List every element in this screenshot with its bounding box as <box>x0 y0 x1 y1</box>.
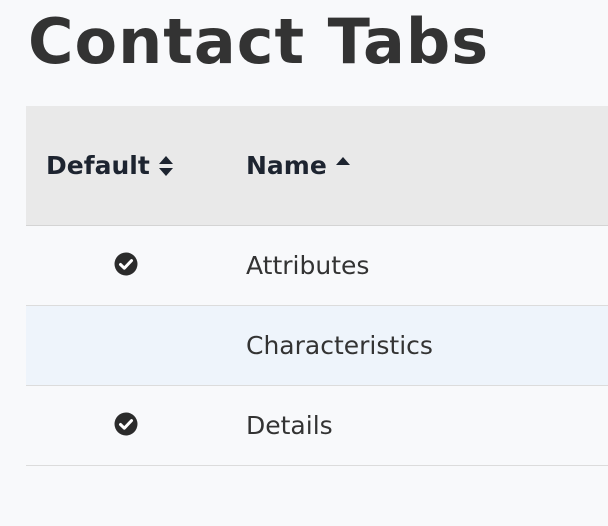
row-name[interactable]: Attributes <box>246 226 369 305</box>
column-header-name[interactable]: Name <box>246 106 351 225</box>
sort-up-icon <box>335 154 351 178</box>
table-row[interactable]: Details <box>26 386 608 466</box>
row-name[interactable]: Characteristics <box>246 306 433 385</box>
check-circle-icon <box>114 252 138 280</box>
column-header-default-label: Default <box>46 151 150 180</box>
contact-tabs-table: Default Name Attributes Characteristics … <box>26 106 608 466</box>
default-cell <box>114 306 138 385</box>
table-row[interactable]: Attributes <box>26 226 608 306</box>
column-header-default[interactable]: Default <box>46 106 174 225</box>
sort-icon <box>158 154 174 178</box>
table-row[interactable]: Characteristics <box>26 306 608 386</box>
row-name[interactable]: Details <box>246 386 333 465</box>
check-circle-icon <box>114 412 138 440</box>
table-header: Default Name <box>26 106 608 226</box>
page-title: Contact Tabs <box>28 5 490 78</box>
default-cell <box>114 226 138 305</box>
default-cell <box>114 386 138 465</box>
column-header-name-label: Name <box>246 151 327 180</box>
